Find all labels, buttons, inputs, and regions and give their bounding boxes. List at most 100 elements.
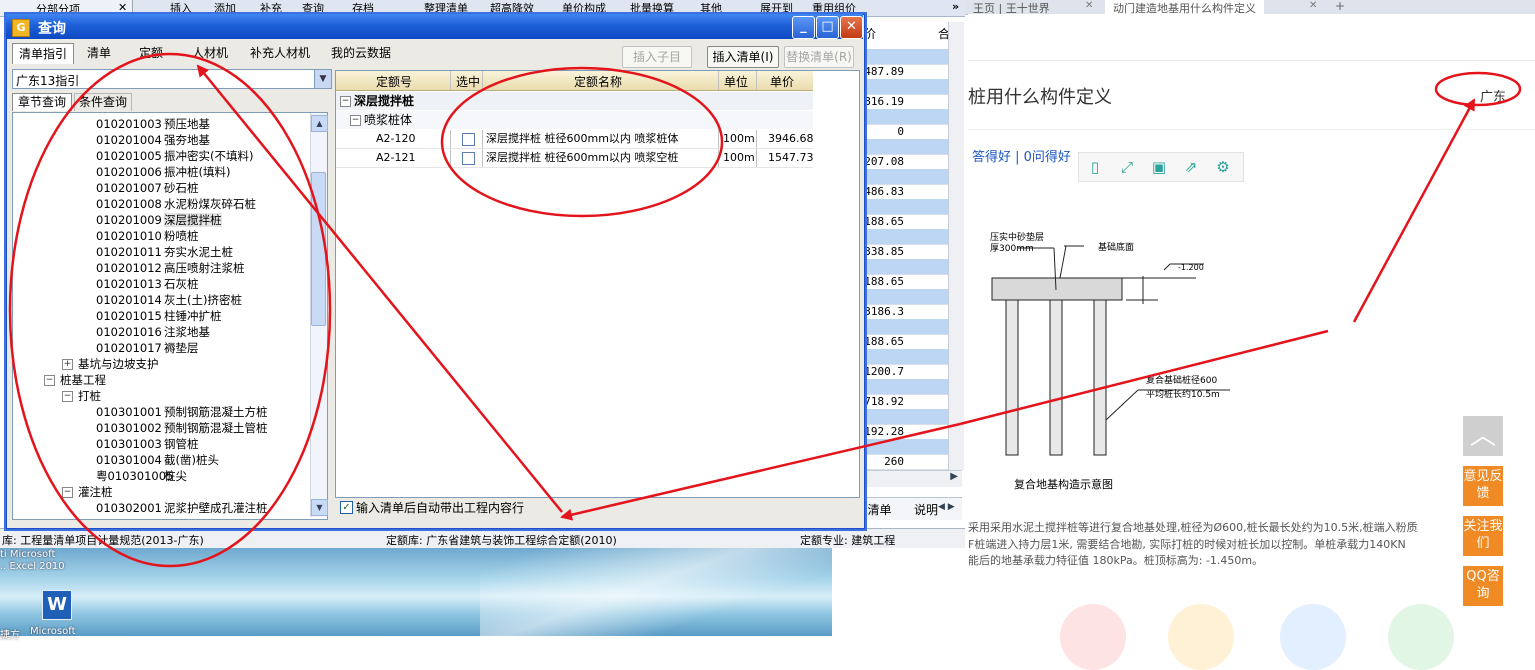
tab-scroll-icon[interactable]: ◀ ▶ xyxy=(938,502,955,512)
grid-row[interactable]: 5816.19 xyxy=(858,94,956,110)
grid-row[interactable]: 2486.83 xyxy=(858,184,956,200)
grid-row[interactable]: 3186.3 xyxy=(860,304,956,320)
qq-consult-button[interactable]: QQ咨询 xyxy=(1463,566,1503,606)
grid-row[interactable]: 1487.89 xyxy=(858,64,956,80)
save-icon[interactable]: ▣ xyxy=(1149,157,1169,177)
tree-group[interactable]: 打桩 xyxy=(78,388,101,404)
tab-qingdan[interactable]: 清单 xyxy=(78,43,120,63)
maximize-icon[interactable]: □ xyxy=(816,16,839,39)
tree-item[interactable]: 010201013 石灰桩 xyxy=(96,276,199,292)
tree-item[interactable]: 010201007 砂石桩 xyxy=(96,180,199,196)
grid-row[interactable]: 192.28 xyxy=(860,424,956,440)
tree-group[interactable]: 灌注桩 xyxy=(78,484,113,500)
new-tab-icon[interactable]: + xyxy=(1335,0,1345,13)
tree-scroll-thumb[interactable] xyxy=(311,172,326,326)
collapse-icon[interactable]: − xyxy=(350,115,361,126)
gear-icon[interactable]: ⚙ xyxy=(1213,157,1233,177)
tab-qingdan-zhiyin[interactable]: 清单指引 xyxy=(12,43,74,64)
insert-list-button[interactable]: 插入清单(I) xyxy=(707,46,779,68)
share-button[interactable] xyxy=(1280,604,1346,670)
scroll-up-icon[interactable]: ▲ xyxy=(311,115,328,132)
scroll-right-icon[interactable]: ▶ xyxy=(950,471,958,482)
tree-item[interactable]: 010201016 注浆地基 xyxy=(96,324,210,340)
share-icon[interactable]: ⇗ xyxy=(1181,157,1201,177)
row-select-checkbox[interactable] xyxy=(462,152,475,165)
background-scrollbar[interactable] xyxy=(948,22,964,470)
grid-row[interactable]: 188.65 xyxy=(860,334,956,350)
tree-item[interactable]: 010201012 高压喷射注浆桩 xyxy=(96,260,245,276)
tree-group[interactable]: 桩基工程 xyxy=(60,372,106,388)
tab-shuoming[interactable]: 说明 xyxy=(914,501,938,518)
collapse-icon[interactable]: − xyxy=(340,96,351,107)
tree-item[interactable]: 010201015 柱锤冲扩桩 xyxy=(96,308,222,324)
subtab-condition-query[interactable]: 条件查询 xyxy=(74,93,132,111)
tree-group[interactable]: 基坑与边坡支护 xyxy=(78,356,159,372)
close-icon[interactable]: ✕ xyxy=(840,16,863,39)
tree-item[interactable]: 010201008 水泥粉煤灰碎石桩 xyxy=(96,196,256,212)
grid-row[interactable]: 3338.85 xyxy=(858,244,956,260)
tree-item[interactable]: 010302001 泥浆护壁成孔灌注桩 xyxy=(96,500,268,516)
grid-row[interactable]: 9207.08 xyxy=(858,154,956,170)
grid-row[interactable]: 0 xyxy=(860,124,956,140)
follow-us-button[interactable]: 关注我们 xyxy=(1463,516,1503,556)
minimize-icon[interactable]: _ xyxy=(792,16,815,39)
tree-item[interactable]: 010301001 预制钢筋混凝土方桩 xyxy=(96,404,268,420)
tab-rencaiji[interactable]: 人材机 xyxy=(182,43,238,63)
close-icon[interactable]: ✕ xyxy=(1309,0,1317,11)
tree-item[interactable]: 010201005 振冲密实(不填料) xyxy=(96,148,253,164)
expand-icon[interactable]: ⤢ xyxy=(1117,157,1137,177)
close-icon[interactable]: ✕ xyxy=(1085,0,1093,11)
replace-list-button[interactable]: 替换清单(R) xyxy=(784,46,854,68)
table-group-row[interactable]: − 深层搅拌桩 xyxy=(336,92,813,110)
table-subgroup-row[interactable]: − 喷浆桩体 xyxy=(336,111,813,129)
tree-item[interactable]: 010201006 振冲桩(填料) xyxy=(96,164,230,180)
tree-item[interactable]: 010201003 预压地基 xyxy=(96,116,210,132)
grid-row[interactable]: 1200.7 xyxy=(860,364,956,380)
tree-item[interactable]: 010301004 截(凿)桩头 xyxy=(96,452,219,468)
grid-row-highlight xyxy=(860,439,956,455)
tree-item[interactable]: 010201017 褥垫层 xyxy=(96,340,199,356)
like-button[interactable] xyxy=(1060,604,1126,670)
region-link[interactable]: 广东 xyxy=(1480,86,1506,105)
tree-item[interactable]: 粤010301005桩尖 xyxy=(96,468,187,484)
tab-my-cloud-data[interactable]: 我的云数据 xyxy=(326,43,396,63)
auto-content-checkbox[interactable]: ✓ xyxy=(340,501,353,514)
feedback-button[interactable]: 意见反馈 xyxy=(1463,466,1503,506)
tree-item[interactable]: 010301003 钢管桩 xyxy=(96,436,199,452)
close-icon[interactable]: ✕ xyxy=(118,1,127,14)
table-row[interactable]: A2-121 深层搅拌桩 桩径600mm以内 喷浆空桩 100m 1547.73 xyxy=(336,149,814,168)
dialog-titlebar[interactable]: G 查询 _ □ ✕ xyxy=(6,14,863,39)
toolbar-overflow-icon[interactable]: » xyxy=(952,0,959,13)
tree-item[interactable]: 010301002 预制钢筋混凝土管桩 xyxy=(96,420,268,436)
chevron-down-icon[interactable]: ▼ xyxy=(314,70,331,88)
tab-dinge[interactable]: 定额 xyxy=(130,43,172,63)
guide-library-select[interactable]: 广东13指引 ▼ xyxy=(12,69,332,89)
insert-child-button[interactable]: 插入子目 xyxy=(622,46,692,68)
collapse-icon[interactable]: − xyxy=(44,375,55,386)
up-button[interactable] xyxy=(1388,604,1454,670)
row-select-checkbox[interactable] xyxy=(462,133,475,146)
tree-item[interactable]: 010201009 深层搅拌桩 xyxy=(96,212,222,228)
scroll-down-icon[interactable]: ▼ xyxy=(311,499,328,516)
expand-icon[interactable]: + xyxy=(62,359,73,370)
grid-row[interactable]: 188.65 xyxy=(860,274,956,290)
collapse-icon[interactable]: − xyxy=(62,487,73,498)
tree-item[interactable]: 010201004 强夯地基 xyxy=(96,132,210,148)
back-to-top-button[interactable]: ︿ xyxy=(1463,416,1503,456)
subtab-chapter-query[interactable]: 章节查询 xyxy=(12,93,72,111)
tree-item[interactable]: 010201010 粉喷桩 xyxy=(96,228,199,244)
tab-buchong-rencaiji[interactable]: 补充人材机 xyxy=(244,43,316,63)
grid-row[interactable]: 188.65 xyxy=(860,214,956,230)
grid-row[interactable]: 4718.92 xyxy=(858,394,956,410)
tree-item[interactable]: 010201011 夯实水泥土桩 xyxy=(96,244,233,260)
tree-item[interactable]: 010201014 灰土(土)挤密桩 xyxy=(96,292,242,308)
word-shortcut-icon[interactable]: W xyxy=(42,590,72,620)
star-button[interactable] xyxy=(1168,604,1234,670)
grid-row[interactable]: 260 xyxy=(860,454,956,470)
background-hscrollbar[interactable]: ▶ xyxy=(862,470,962,487)
answer-stats[interactable]: 答得好 | 0问得好 xyxy=(972,146,1071,165)
tab-qingdan[interactable]: J清单 xyxy=(864,501,892,518)
collapse-icon[interactable]: − xyxy=(62,391,73,402)
page-icon[interactable]: ▯ xyxy=(1085,157,1105,177)
table-row[interactable]: A2-120 深层搅拌桩 桩径600mm以内 喷浆桩体 100m 3946.68 xyxy=(336,130,814,149)
